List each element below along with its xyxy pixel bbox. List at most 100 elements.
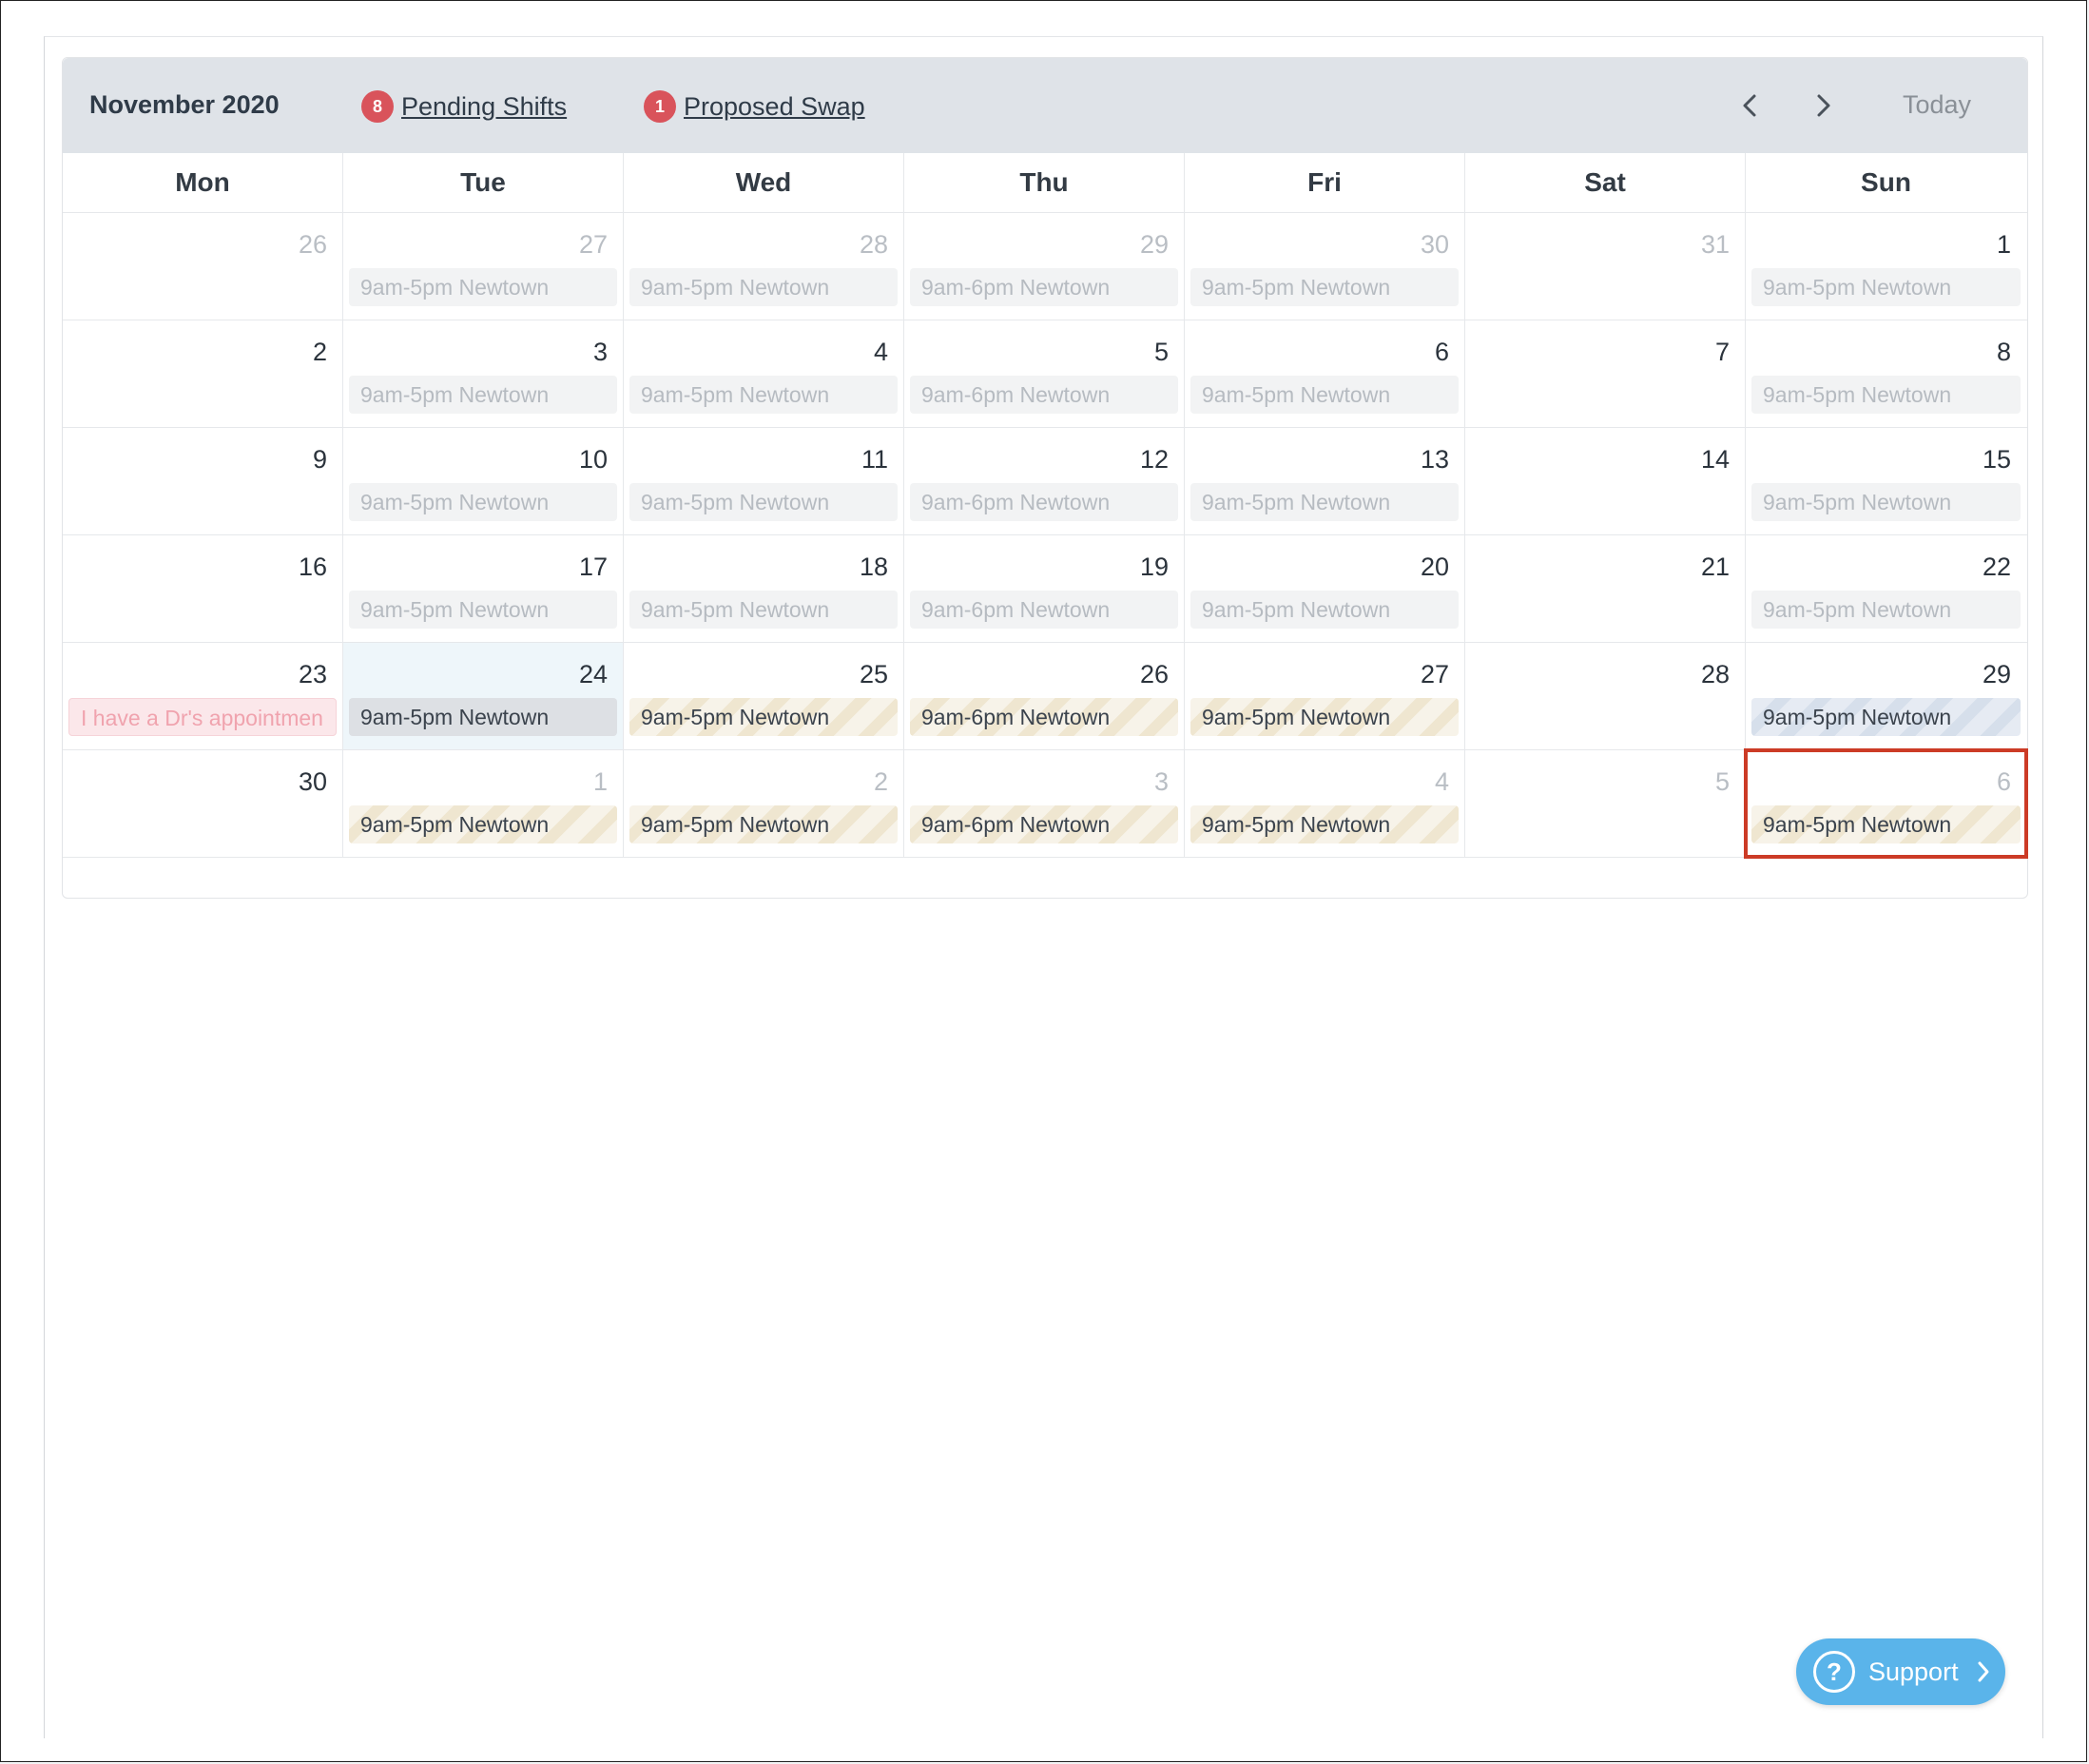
day-cell[interactable]: 27 9am-5pm Newtown — [1185, 643, 1465, 749]
day-cell[interactable]: 2 — [63, 320, 343, 427]
shift-block[interactable]: 9am-5pm Newtown — [1190, 268, 1459, 306]
day-cell[interactable]: 6 9am-5pm Newtown — [1744, 748, 2028, 859]
day-cell[interactable]: 1 9am-5pm Newtown — [1746, 213, 2026, 320]
week-row: 23 I have a Dr's appointmen 24 9am-5pm Newt… — [63, 643, 2027, 750]
proposed-swap-label[interactable]: Proposed Swap — [684, 92, 865, 122]
leave-note[interactable]: I have a Dr's appointmen — [68, 698, 337, 736]
day-cell[interactable]: 30 9am-5pm Newtown — [1185, 213, 1465, 320]
day-cell[interactable]: 15 9am-5pm Newtown — [1746, 428, 2026, 534]
day-cell[interactable]: 6 9am-5pm Newtown — [1185, 320, 1465, 427]
day-number: 10 — [578, 445, 608, 474]
day-cell[interactable]: 11 9am-5pm Newtown — [624, 428, 904, 534]
day-cell[interactable]: 30 — [63, 750, 343, 857]
day-number: 8 — [1996, 338, 2011, 366]
day-cell[interactable]: 19 9am-6pm Newtown — [904, 535, 1185, 642]
day-cell[interactable]: 1 9am-5pm Newtown — [343, 750, 624, 857]
shift-block[interactable]: 9am-6pm Newtown — [910, 698, 1178, 736]
day-cell[interactable]: 9 — [63, 428, 343, 534]
day-cell[interactable]: 27 9am-5pm Newtown — [343, 213, 624, 320]
shift-block[interactable]: 9am-5pm Newtown — [349, 698, 617, 736]
day-number: 27 — [1420, 660, 1449, 688]
shift-block[interactable]: 9am-5pm Newtown — [629, 698, 898, 736]
day-cell[interactable]: 20 9am-5pm Newtown — [1185, 535, 1465, 642]
shift-block[interactable]: 9am-5pm Newtown — [629, 268, 898, 306]
day-cell[interactable]: 12 9am-6pm Newtown — [904, 428, 1185, 534]
day-number: 15 — [1982, 445, 2011, 474]
day-cell[interactable]: 25 9am-5pm Newtown — [624, 643, 904, 749]
shift-block[interactable]: 9am-5pm Newtown — [1751, 591, 2021, 629]
weekday-header-row: Mon Tue Wed Thu Fri Sat Sun — [63, 153, 2027, 213]
day-cell[interactable]: 3 9am-6pm Newtown — [904, 750, 1185, 857]
day-number: 11 — [861, 445, 888, 474]
day-cell[interactable]: 16 — [63, 535, 343, 642]
day-number: 14 — [1700, 445, 1730, 474]
day-number: 6 — [1996, 767, 2011, 796]
shift-block[interactable]: 9am-6pm Newtown — [910, 805, 1178, 843]
day-cell[interactable]: 17 9am-5pm Newtown — [343, 535, 624, 642]
day-cell[interactable]: 26 — [63, 213, 343, 320]
day-cell[interactable]: 5 — [1465, 750, 1746, 857]
day-cell[interactable]: 3 9am-5pm Newtown — [343, 320, 624, 427]
day-number: 20 — [1420, 552, 1449, 581]
shift-block[interactable]: 9am-5pm Newtown — [629, 805, 898, 843]
day-cell[interactable]: 7 — [1465, 320, 1746, 427]
shift-block[interactable]: 9am-5pm Newtown — [1751, 698, 2021, 736]
shift-block[interactable]: 9am-5pm Newtown — [349, 483, 617, 521]
day-cell[interactable]: 5 9am-6pm Newtown — [904, 320, 1185, 427]
day-cell[interactable]: 21 — [1465, 535, 1746, 642]
weekday-header-thu: Thu — [904, 153, 1185, 212]
shift-block[interactable]: 9am-5pm Newtown — [1190, 698, 1459, 736]
weekday-header-wed: Wed — [624, 153, 904, 212]
proposed-swap-link[interactable]: 1 Proposed Swap — [644, 90, 865, 123]
shift-block[interactable]: 9am-6pm Newtown — [910, 591, 1178, 629]
shift-block[interactable]: 9am-5pm Newtown — [349, 591, 617, 629]
shift-block[interactable]: 9am-5pm Newtown — [629, 591, 898, 629]
shift-block[interactable]: 9am-5pm Newtown — [629, 483, 898, 521]
support-button[interactable]: ? Support — [1796, 1638, 2005, 1705]
day-cell[interactable]: 31 — [1465, 213, 1746, 320]
shift-block[interactable]: 9am-5pm Newtown — [349, 805, 617, 843]
day-cell[interactable]: 24 9am-5pm Newtown — [343, 643, 624, 749]
today-button[interactable]: Today — [1903, 90, 1971, 120]
week-row: 26 27 9am-5pm Newtown 28 9am-5pm Newtown 29 9a… — [63, 213, 2027, 320]
week-row: 2 3 9am-5pm Newtown 4 9am-5pm Newtown 5 9am-6p… — [63, 320, 2027, 428]
day-cell[interactable]: 4 9am-5pm Newtown — [624, 320, 904, 427]
day-cell[interactable]: 26 9am-6pm Newtown — [904, 643, 1185, 749]
shift-block[interactable]: 9am-5pm Newtown — [349, 268, 617, 306]
day-cell[interactable]: 14 — [1465, 428, 1746, 534]
day-cell[interactable]: 23 I have a Dr's appointmen — [63, 643, 343, 749]
day-number: 6 — [1434, 338, 1449, 366]
day-cell[interactable]: 28 9am-5pm Newtown — [624, 213, 904, 320]
day-cell[interactable]: 18 9am-5pm Newtown — [624, 535, 904, 642]
pending-shifts-label[interactable]: Pending Shifts — [401, 92, 567, 122]
day-cell[interactable]: 22 9am-5pm Newtown — [1746, 535, 2026, 642]
prev-month-button[interactable] — [1731, 87, 1769, 125]
pending-shifts-link[interactable]: 8 Pending Shifts — [361, 90, 567, 123]
day-cell[interactable]: 4 9am-5pm Newtown — [1185, 750, 1465, 857]
shift-block[interactable]: 9am-6pm Newtown — [910, 483, 1178, 521]
day-cell[interactable]: 29 9am-6pm Newtown — [904, 213, 1185, 320]
shift-block[interactable]: 9am-5pm Newtown — [1190, 805, 1459, 843]
shift-block[interactable]: 9am-6pm Newtown — [910, 268, 1178, 306]
day-cell[interactable]: 10 9am-5pm Newtown — [343, 428, 624, 534]
shift-block[interactable]: 9am-5pm Newtown — [1751, 483, 2021, 521]
shift-block[interactable]: 9am-5pm Newtown — [1190, 376, 1459, 414]
shift-block[interactable]: 9am-6pm Newtown — [910, 376, 1178, 414]
day-cell[interactable]: 28 — [1465, 643, 1746, 749]
shift-block[interactable]: 9am-5pm Newtown — [1751, 376, 2021, 414]
day-cell[interactable]: 2 9am-5pm Newtown — [624, 750, 904, 857]
calendar: November 2020 8 Pending Shifts 1 Propose… — [62, 57, 2028, 899]
chevron-right-icon — [1976, 1660, 1991, 1683]
shift-block[interactable]: 9am-5pm Newtown — [1190, 591, 1459, 629]
shift-block[interactable]: 9am-5pm Newtown — [349, 376, 617, 414]
shift-block[interactable]: 9am-5pm Newtown — [1751, 268, 2021, 306]
day-cell[interactable]: 29 9am-5pm Newtown — [1746, 643, 2026, 749]
weekday-header-sun: Sun — [1861, 167, 1911, 197]
shift-block[interactable]: 9am-5pm Newtown — [1190, 483, 1459, 521]
shift-block[interactable]: 9am-5pm Newtown — [629, 376, 898, 414]
shift-block[interactable]: 9am-5pm Newtown — [1751, 805, 2021, 843]
next-month-button[interactable] — [1805, 87, 1843, 125]
day-cell[interactable]: 13 9am-5pm Newtown — [1185, 428, 1465, 534]
day-number: 18 — [859, 552, 888, 581]
day-cell[interactable]: 8 9am-5pm Newtown — [1746, 320, 2026, 427]
